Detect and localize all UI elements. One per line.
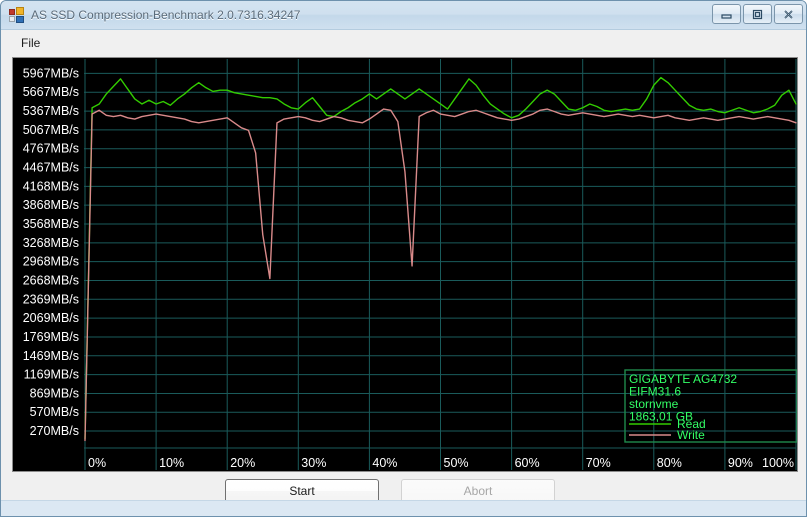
svg-text:270MB/s: 270MB/s [30, 424, 79, 438]
svg-text:90%: 90% [728, 456, 753, 470]
svg-text:3268MB/s: 3268MB/s [23, 236, 79, 250]
svg-text:4467MB/s: 4467MB/s [23, 161, 79, 175]
svg-text:570MB/s: 570MB/s [30, 405, 79, 419]
close-icon [784, 9, 793, 19]
svg-text:1769MB/s: 1769MB/s [23, 330, 79, 344]
status-bar [1, 500, 806, 516]
svg-text:1169MB/s: 1169MB/s [24, 368, 79, 382]
svg-text:5067MB/s: 5067MB/s [23, 123, 79, 137]
svg-text:70%: 70% [586, 456, 611, 470]
close-button[interactable] [774, 4, 803, 24]
svg-text:2369MB/s: 2369MB/s [23, 292, 79, 306]
svg-text:5967MB/s: 5967MB/s [23, 66, 79, 80]
title-bar: AS SSD Compression-Benchmark 2.0.7316.34… [1, 1, 806, 30]
minimize-icon [721, 13, 732, 19]
menu-bar: File [1, 30, 806, 56]
svg-text:40%: 40% [372, 456, 397, 470]
svg-text:10%: 10% [159, 456, 184, 470]
svg-text:3868MB/s: 3868MB/s [23, 198, 79, 212]
svg-text:20%: 20% [230, 456, 255, 470]
svg-text:50%: 50% [444, 456, 469, 470]
compression-benchmark-plot: 5967MB/s 5667MB/s 5367MB/s 5067MB/s 4767MB/s… [13, 58, 797, 471]
maximize-button[interactable] [743, 4, 772, 24]
menu-item-file[interactable]: File [12, 33, 49, 53]
minimize-button[interactable] [712, 4, 741, 24]
app-grid-icon [9, 7, 25, 23]
svg-text:60%: 60% [515, 456, 540, 470]
svg-text:0%: 0% [88, 456, 106, 470]
svg-text:5367MB/s: 5367MB/s [23, 104, 79, 118]
svg-text:4168MB/s: 4168MB/s [23, 179, 79, 193]
window-title: AS SSD Compression-Benchmark 2.0.7316.34… [31, 8, 301, 22]
svg-text:Write: Write [677, 428, 705, 442]
svg-text:2668MB/s: 2668MB/s [23, 274, 79, 288]
svg-text:3568MB/s: 3568MB/s [23, 217, 79, 231]
svg-text:5667MB/s: 5667MB/s [23, 85, 79, 99]
svg-text:4767MB/s: 4767MB/s [23, 142, 79, 156]
svg-text:80%: 80% [657, 456, 682, 470]
window-controls [712, 4, 803, 24]
svg-text:2968MB/s: 2968MB/s [23, 255, 79, 269]
svg-text:869MB/s: 869MB/s [30, 386, 79, 400]
svg-text:100%: 100% [762, 456, 794, 470]
svg-text:1469MB/s: 1469MB/s [23, 349, 79, 363]
maximize-icon [752, 9, 763, 19]
benchmark-chart: 5967MB/s 5667MB/s 5367MB/s 5067MB/s 4767MB/s… [12, 57, 798, 472]
as-ssd-compression-benchmark-window: AS SSD Compression-Benchmark 2.0.7316.34… [0, 0, 807, 517]
svg-text:2069MB/s: 2069MB/s [23, 311, 79, 325]
svg-text:30%: 30% [301, 456, 326, 470]
